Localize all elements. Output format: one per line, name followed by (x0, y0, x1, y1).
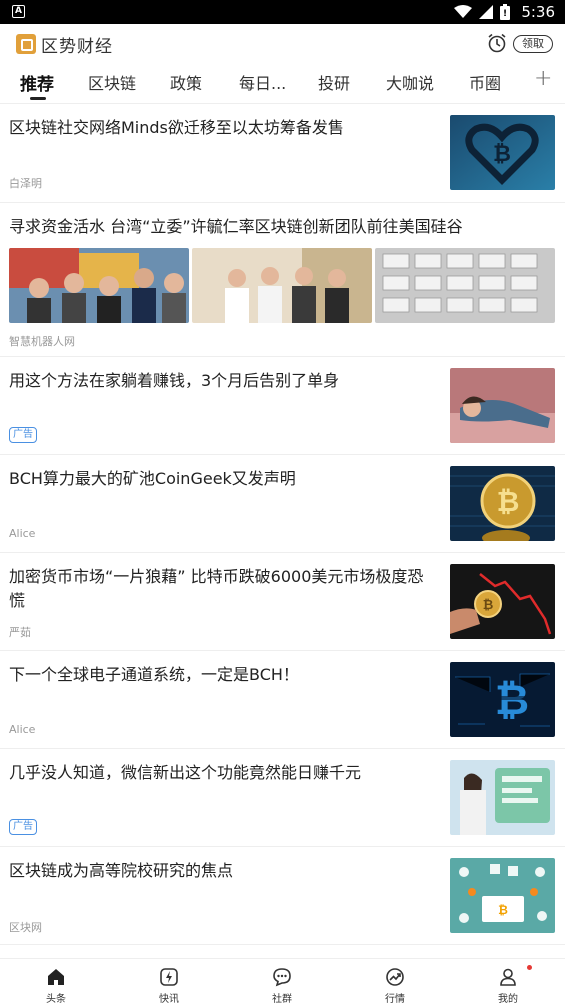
thumbnail-image[interactable] (9, 248, 189, 323)
lightning-icon (160, 968, 178, 986)
app-notification-icon: A (12, 5, 25, 18)
thumbnail-image[interactable] (450, 760, 555, 835)
list-item[interactable]: 区块链成为高等院校研究的焦点 区块网 ₿ (0, 847, 565, 945)
nav-flash-news[interactable]: 快讯 (129, 959, 209, 1005)
notification-dot (527, 965, 532, 970)
item-source: 白泽明 (9, 177, 42, 190)
thumbnail-image[interactable] (192, 248, 372, 323)
tab-recommended[interactable]: 推荐 (20, 70, 54, 95)
item-title[interactable]: 用这个方法在家躺着赚钱，3个月后告别了单身 (9, 369, 439, 393)
nav-label: 头条 (46, 994, 66, 1005)
tab-research[interactable]: 投研 (318, 70, 350, 94)
item-title[interactable]: 下一个全球电子通道系统，一定是BCH！ (9, 663, 439, 687)
thumbnail-image[interactable]: ₿ (450, 564, 555, 639)
thumbnail-image[interactable]: ₿ (450, 466, 555, 541)
chat-icon (273, 968, 291, 987)
thumbnail-image[interactable] (450, 368, 555, 443)
svg-text:₿: ₿ (497, 485, 520, 518)
active-tab-indicator (30, 97, 46, 100)
user-icon (500, 968, 516, 986)
nav-label: 行情 (385, 994, 405, 1005)
ad-badge: 广告 (9, 819, 37, 835)
item-title[interactable]: 寻求资金活水 台湾“立委”许毓仁率区块链创新团队前往美国硅谷 (9, 215, 555, 239)
nav-label: 快讯 (159, 994, 179, 1005)
status-bar: A ! 5:36 (0, 0, 565, 24)
svg-text:₿: ₿ (483, 598, 494, 613)
alarm-clock-icon[interactable] (487, 33, 507, 53)
nav-profile[interactable]: 我的 (468, 959, 548, 1005)
list-item[interactable]: 寻求资金活水 台湾“立委”许毓仁率区块链创新团队前往美国硅谷 智慧机器人网 (0, 203, 565, 357)
logo-icon (16, 34, 36, 54)
category-tabs: 推荐 区块链 政策 每日... 投研 大咖说 币圈 + (0, 64, 565, 104)
trend-icon (386, 968, 404, 986)
item-source: 严茹 (9, 626, 31, 639)
svg-text:₿: ₿ (498, 903, 508, 917)
thumbnail-image[interactable] (375, 248, 555, 323)
nav-market[interactable]: 行情 (355, 959, 435, 1005)
svg-text:!: ! (503, 9, 507, 19)
battery-icon: ! (500, 4, 511, 20)
bottom-nav: 头条 快讯 社群 行情 我的 (0, 958, 565, 1005)
item-title[interactable]: BCH算力最大的矿池CoinGeek又发声明 (9, 467, 439, 491)
nav-headlines[interactable]: 头条 (16, 959, 96, 1005)
thumbnail-image[interactable]: ₿ (450, 662, 555, 737)
item-title[interactable]: 加密货币市场“一片狼藉” 比特币跌破6000美元市场极度恐慌 (9, 565, 439, 613)
list-item[interactable]: BCH算力最大的矿池CoinGeek又发声明 Alice ₿ (0, 455, 565, 553)
thumbnail-image[interactable]: ₿ (450, 858, 555, 933)
claim-button[interactable]: 领取 (513, 35, 553, 53)
list-item[interactable]: 下一个全球电子通道系统，一定是BCH！ Alice ₿ (0, 651, 565, 749)
status-time: 5:36 (521, 3, 555, 21)
tab-blockchain[interactable]: 区块链 (88, 70, 136, 94)
item-title[interactable]: 区块链社交网络Minds欲迁移至以太坊筹备发售 (9, 116, 439, 140)
item-title[interactable]: 几乎没人知道，微信新出这个功能竟然能日赚千元 (9, 761, 439, 785)
signal-icon (479, 5, 494, 19)
tab-daily[interactable]: 每日... (239, 70, 286, 94)
home-icon (48, 969, 64, 985)
app-title: 区势财经 (41, 37, 113, 57)
nav-label: 社群 (272, 994, 292, 1005)
item-source: 智慧机器人网 (9, 335, 75, 348)
item-source: 区块网 (9, 921, 42, 934)
ad-badge: 广告 (9, 427, 37, 443)
app-header: 区势财经 领取 (0, 24, 565, 64)
item-source: Alice (9, 527, 36, 540)
svg-text:₿: ₿ (493, 142, 511, 167)
item-source: Alice (9, 723, 36, 736)
list-item[interactable]: 加密货币市场“一片狼藉” 比特币跌破6000美元市场极度恐慌 严茹 ₿ (0, 553, 565, 651)
image-strip[interactable] (9, 248, 555, 323)
nav-community[interactable]: 社群 (242, 959, 322, 1005)
tab-crypto-circle[interactable]: 币圈 (469, 70, 501, 94)
add-tab-button[interactable]: + (534, 66, 552, 91)
tab-big-shots[interactable]: 大咖说 (386, 70, 434, 94)
list-item[interactable]: 用这个方法在家躺着赚钱，3个月后告别了单身 广告 (0, 357, 565, 455)
thumbnail-image[interactable]: ₿ (450, 115, 555, 190)
item-title[interactable]: 区块链成为高等院校研究的焦点 (9, 859, 439, 883)
wifi-icon (454, 5, 473, 18)
list-item[interactable]: 区块链社交网络Minds欲迁移至以太坊筹备发售 白泽明 ₿ (0, 104, 565, 203)
nav-label: 我的 (498, 994, 518, 1005)
status-icons: ! 5:36 (454, 0, 555, 24)
tab-policy[interactable]: 政策 (170, 70, 202, 94)
list-item[interactable]: 几乎没人知道，微信新出这个功能竟然能日赚千元 广告 (0, 749, 565, 847)
